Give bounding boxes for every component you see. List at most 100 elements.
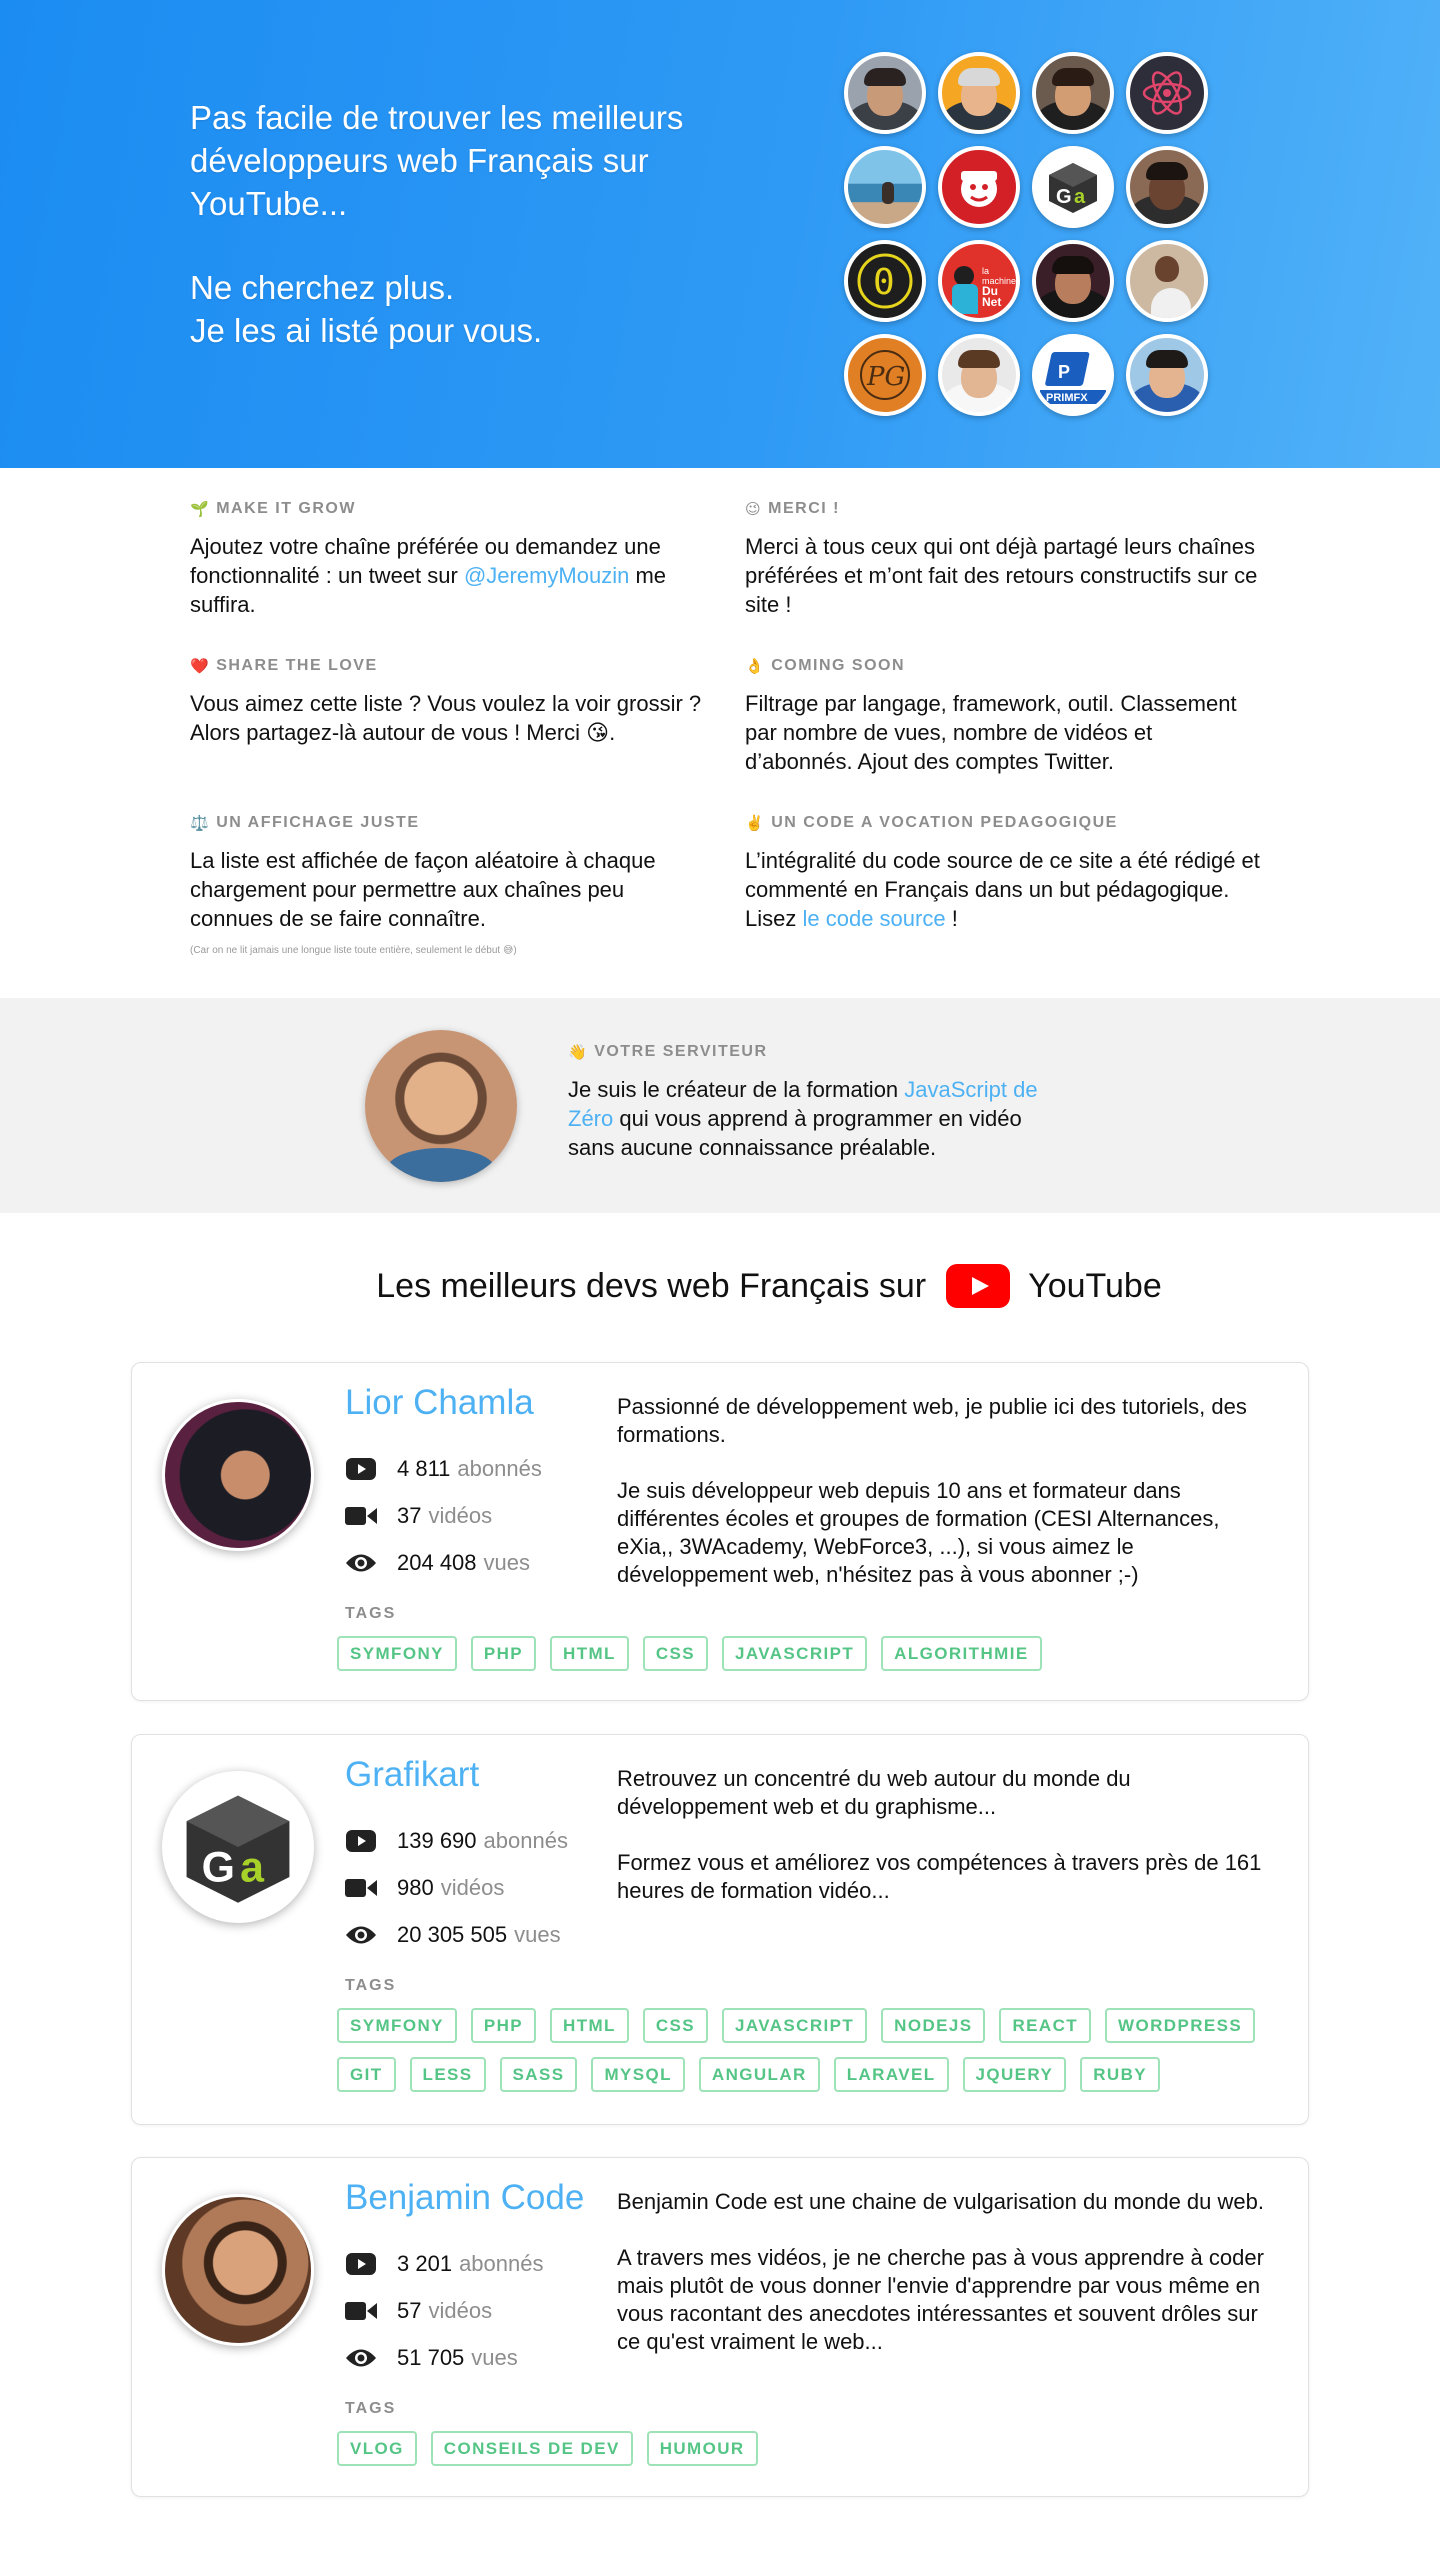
channel-name-link[interactable]: Lior Chamla (345, 1383, 534, 1423)
grafikart-logo-avatar[interactable]: G a (1032, 146, 1114, 228)
tag[interactable]: NODEJS (881, 2008, 986, 2043)
channel-avatar[interactable] (938, 52, 1020, 134)
info-text: ! (945, 906, 958, 931)
subscribers-count: 139 690 (397, 1827, 477, 1853)
info-text: Vous aimez cette liste ? Vous voulez la … (190, 691, 702, 745)
channel-stats: 3 201 abonnés 57 vidéos 51 705 vues (345, 2240, 543, 2381)
videos-count: 980 (397, 1874, 434, 1900)
channel-avatar[interactable]: G a (162, 1771, 314, 1923)
section-heading: Les meilleurs devs web Français sur YouT… (0, 1256, 1440, 1316)
stat-views: 20 305 505 vues (345, 1911, 568, 1958)
svg-text:a: a (240, 1843, 265, 1891)
tag-list: SYMFONY PHP HTML CSS JAVASCRIPT ALGORITH… (337, 1636, 1277, 1671)
tag[interactable]: SYMFONY (337, 1636, 457, 1671)
tag[interactable]: WORDPRESS (1105, 2008, 1256, 2043)
grafikart-logo-icon: G a (186, 1795, 290, 1903)
author-avatar (365, 1030, 517, 1182)
tag[interactable]: HUMOUR (646, 2431, 758, 2466)
stat-videos: 37 vidéos (345, 1492, 542, 1539)
channel-name-link[interactable]: Grafikart (345, 1755, 479, 1795)
grafikart-logo-icon: G a (1049, 163, 1097, 213)
pg-logo-icon: PG (860, 350, 910, 400)
stat-views: 204 408 vues (345, 1539, 542, 1586)
tag[interactable]: LARAVEL (833, 2057, 949, 2092)
tag[interactable]: RUBY (1080, 2057, 1160, 2092)
tag[interactable]: CONSEILS DE DEV (430, 2431, 633, 2466)
tag[interactable]: GIT (337, 2057, 396, 2092)
la-machine-du-net-avatar[interactable]: la machine Du Net (938, 240, 1020, 322)
subscribers-count: 3 201 (397, 2250, 453, 2276)
videos-count: 57 (397, 2297, 422, 2323)
youtube-icon (345, 1457, 377, 1480)
tag[interactable]: JAVASCRIPT (722, 1636, 868, 1671)
channel-avatar[interactable] (844, 146, 926, 228)
info-section: 🌱 MAKE IT GROW Ajoutez votre chaîne préfé… (190, 500, 1270, 984)
react-logo-avatar[interactable] (1126, 52, 1208, 134)
description-paragraph: Retrouvez un concentré du web autour du … (617, 1766, 1131, 1819)
channel-avatar[interactable] (938, 146, 1020, 228)
description-paragraph: Je suis développeur web depuis 10 ans et… (617, 1478, 1220, 1587)
tag[interactable]: CSS (642, 2008, 708, 2043)
info-text: Filtrage par langage, framework, outil. … (745, 691, 1237, 774)
channel-description: Retrouvez un concentré du web autour du … (617, 1765, 1277, 1933)
tag[interactable]: SYMFONY (337, 2008, 457, 2043)
description-paragraph: Benjamin Code est une chaine de vulgaris… (617, 2189, 1264, 2214)
heading-text: Les meilleurs devs web Français sur (376, 1266, 927, 1305)
source-code-link[interactable]: le code source (802, 906, 945, 931)
channel-avatar[interactable] (162, 1399, 314, 1551)
svg-text:P: P (1058, 362, 1070, 382)
tag[interactable]: SASS (499, 2057, 578, 2092)
svg-text:PG: PG (866, 362, 905, 392)
info-title: COMING SOON (771, 657, 906, 674)
tag[interactable]: CSS (642, 1636, 708, 1671)
info-text: La liste est affichée de façon aléatoire… (190, 848, 656, 931)
tag[interactable]: HTML (550, 2008, 629, 2043)
channel-avatar[interactable] (1126, 334, 1208, 416)
info-title: UN AFFICHAGE JUSTE (216, 814, 420, 831)
description-paragraph: A travers mes vidéos, je ne cherche pas … (617, 2245, 1264, 2354)
zero-logo-avatar[interactable]: 0 (844, 240, 926, 322)
svg-text:0: 0 (873, 262, 895, 303)
subscribers-count: 4 811 (397, 1455, 451, 1481)
tag[interactable]: MYSQL (591, 2057, 685, 2092)
primfx-logo-icon: P PRIMFX (1040, 352, 1106, 404)
channel-stats: 4 811 abonnés 37 vidéos 204 408 vues (345, 1445, 542, 1586)
info-title: MERCI ! (768, 500, 840, 517)
cartoon-face-icon (961, 171, 997, 207)
info-title: SHARE THE LOVE (216, 657, 378, 674)
channel-avatar[interactable] (1126, 240, 1208, 322)
channel-avatar[interactable] (162, 2194, 314, 2346)
atom-icon (1142, 71, 1192, 115)
videos-label: vidéos (440, 1874, 505, 1900)
twitter-link[interactable]: @JeremyMouzin (464, 563, 629, 588)
eye-icon (345, 2347, 377, 2369)
channel-description: Passionné de développement web, je publi… (617, 1393, 1277, 1617)
channel-avatar[interactable] (938, 334, 1020, 416)
tag[interactable]: REACT (999, 2008, 1092, 2043)
video-camera-icon (345, 1505, 377, 1527)
tag[interactable]: JQUERY (962, 2057, 1067, 2092)
svg-text:G: G (202, 1843, 235, 1891)
tag[interactable]: LESS (409, 2057, 486, 2092)
tag[interactable]: ALGORITHMIE (881, 1636, 1042, 1671)
views-count: 20 305 505 (397, 1921, 508, 1947)
tag[interactable]: VLOG (337, 2431, 417, 2466)
tag[interactable]: JAVASCRIPT (722, 2008, 868, 2043)
primfx-logo-avatar[interactable]: P PRIMFX (1032, 334, 1114, 416)
channel-avatar[interactable] (1126, 146, 1208, 228)
channel-name-link[interactable]: Benjamin Code (345, 2178, 584, 2218)
tag[interactable]: PHP (470, 2008, 537, 2043)
channel-description: Benjamin Code est une chaine de vulgaris… (617, 2188, 1277, 2384)
stat-videos: 57 vidéos (345, 2287, 543, 2334)
author-text: Je suis le créateur de la formation (568, 1077, 905, 1102)
tag[interactable]: HTML (550, 1636, 629, 1671)
victory-hand-icon: ✌️ (745, 815, 766, 832)
channel-avatar[interactable] (1032, 240, 1114, 322)
tag[interactable]: ANGULAR (698, 2057, 820, 2092)
channel-avatar[interactable] (844, 52, 926, 134)
tag[interactable]: PHP (470, 1636, 537, 1671)
pg-logo-avatar[interactable]: PG (844, 334, 926, 416)
subscribers-label: abonnés (483, 1827, 568, 1853)
channel-avatar[interactable] (1032, 52, 1114, 134)
tags-title: TAGS (345, 2400, 397, 2417)
